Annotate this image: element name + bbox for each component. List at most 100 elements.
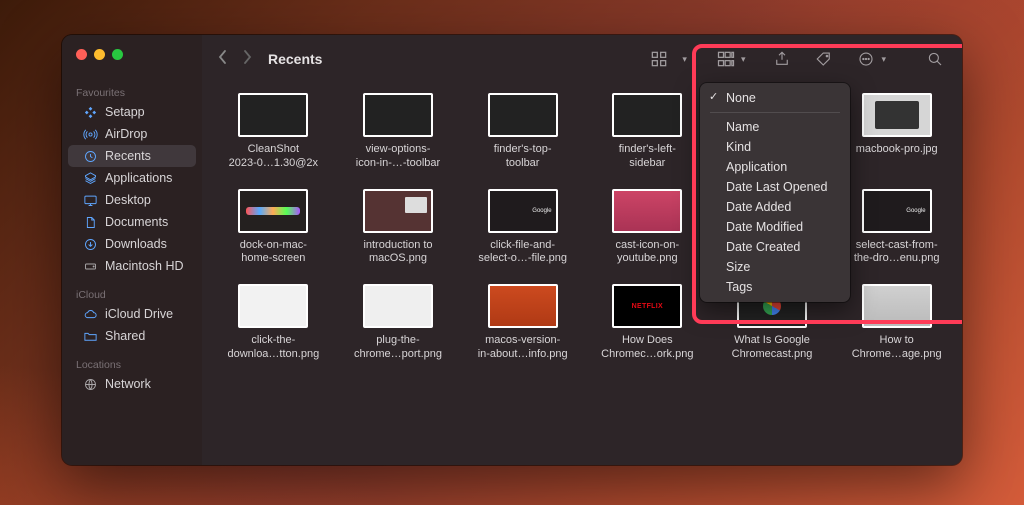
file-label: plug-the- chrome…port.png: [354, 334, 442, 362]
group-by-button[interactable]: ▾: [715, 48, 746, 70]
file-thumbnail: [238, 284, 308, 328]
clock-icon: [82, 148, 98, 164]
sidebar-item-label: Shared: [105, 329, 145, 343]
sidebar-item-icloud-drive[interactable]: iCloud Drive: [68, 303, 196, 325]
file-item[interactable]: CleanShot 2023-0…1.30@2x: [214, 93, 333, 171]
sidebar-section-favourites: Favourites: [62, 83, 202, 101]
chevron-down-icon[interactable]: ▾: [682, 54, 687, 65]
file-label: CleanShot 2023-0…1.30@2x: [229, 143, 318, 171]
sidebar-item-downloads[interactable]: Downloads: [68, 233, 196, 255]
sidebar-item-applications[interactable]: Applications: [68, 167, 196, 189]
dropdown-item-none[interactable]: None: [700, 88, 850, 108]
fullscreen-window-button[interactable]: [112, 49, 123, 60]
disk-icon: [82, 258, 98, 274]
dropdown-item-date-added[interactable]: Date Added: [700, 197, 850, 217]
file-label: How to Chrome…age.png: [852, 334, 942, 362]
sidebar-item-desktop[interactable]: Desktop: [68, 189, 196, 211]
group-by-dropdown: None Name Kind Application Date Last Ope…: [700, 83, 850, 302]
window-title: Recents: [268, 51, 322, 67]
file-thumbnail: [612, 284, 682, 328]
file-thumbnail: [488, 284, 558, 328]
sidebar-item-airdrop[interactable]: AirDrop: [68, 123, 196, 145]
file-label: select-cast-from- the-dro…enu.png: [854, 239, 940, 267]
file-thumbnail: [363, 284, 433, 328]
file-item[interactable]: view-options- icon-in-…-toolbar: [339, 93, 458, 171]
sidebar-item-label: Macintosh HD: [105, 259, 184, 273]
file-thumbnail: [612, 189, 682, 233]
file-item[interactable]: dock-on-mac- home-screen: [214, 189, 333, 267]
back-button[interactable]: [218, 49, 228, 70]
sidebar-item-label: AirDrop: [105, 127, 147, 141]
view-as-icons-button[interactable]: [648, 48, 670, 70]
file-label: introduction to macOS.png: [363, 239, 432, 267]
file-item[interactable]: How to Chrome…age.png: [837, 284, 956, 362]
file-item[interactable]: introduction to macOS.png: [339, 189, 458, 267]
sidebar-item-label: iCloud Drive: [105, 307, 173, 321]
tags-button[interactable]: [813, 48, 835, 70]
file-thumbnail: [363, 189, 433, 233]
file-label: dock-on-mac- home-screen: [240, 239, 307, 267]
minimize-window-button[interactable]: [94, 49, 105, 60]
window-controls: [76, 49, 123, 60]
file-thumbnail: [862, 284, 932, 328]
dropdown-item-date-created[interactable]: Date Created: [700, 237, 850, 257]
downloads-icon: [82, 236, 98, 252]
file-label: finder's-left- sidebar: [619, 143, 676, 171]
network-icon: [82, 376, 98, 392]
file-item[interactable]: macbook-pro.jpg: [837, 93, 956, 171]
more-actions-icon: [855, 48, 877, 70]
dropdown-item-name[interactable]: Name: [700, 117, 850, 137]
close-window-button[interactable]: [76, 49, 87, 60]
file-thumbnail: [238, 93, 308, 137]
chevron-down-icon: ▾: [741, 54, 746, 65]
shared-folder-icon: [82, 328, 98, 344]
sidebar-item-label: Network: [105, 377, 151, 391]
main-pane: Recents ▾ ▾ ▾: [202, 35, 962, 465]
file-item[interactable]: finder's-left- sidebar: [588, 93, 707, 171]
sidebar-item-shared[interactable]: Shared: [68, 325, 196, 347]
sidebar-item-label: Downloads: [105, 237, 167, 251]
sidebar-item-documents[interactable]: Documents: [68, 211, 196, 233]
dropdown-item-date-last-opened[interactable]: Date Last Opened: [700, 177, 850, 197]
dropdown-item-date-modified[interactable]: Date Modified: [700, 217, 850, 237]
file-label: macos-version- in-about…info.png: [478, 334, 568, 362]
finder-window: Favourites Setapp AirDrop Recents Applic…: [62, 35, 962, 465]
file-label: macbook-pro.jpg: [856, 143, 938, 157]
file-label: finder's-top- toolbar: [494, 143, 552, 171]
sidebar-item-recents[interactable]: Recents: [68, 145, 196, 167]
file-thumbnail: [363, 93, 433, 137]
file-item[interactable]: How Does Chromec…ork.png: [588, 284, 707, 362]
action-menu-button[interactable]: ▾: [855, 48, 886, 70]
sidebar-item-label: Applications: [105, 171, 172, 185]
airdrop-icon: [82, 126, 98, 142]
file-label: cast-icon-on- youtube.png: [616, 239, 680, 267]
file-label: view-options- icon-in-…-toolbar: [356, 143, 440, 171]
dropdown-item-kind[interactable]: Kind: [700, 137, 850, 157]
file-label: click-file-and- select-o…-file.png: [478, 239, 567, 267]
cloud-icon: [82, 306, 98, 322]
sidebar-item-label: Recents: [105, 149, 151, 163]
file-item[interactable]: macos-version- in-about…info.png: [463, 284, 582, 362]
sidebar-item-label: Desktop: [105, 193, 151, 207]
share-button[interactable]: [771, 48, 793, 70]
sidebar-item-macintosh-hd[interactable]: Macintosh HD: [68, 255, 196, 277]
file-item[interactable]: finder's-top- toolbar: [463, 93, 582, 171]
dropdown-item-tags[interactable]: Tags: [700, 277, 850, 297]
group-icon: [715, 48, 737, 70]
sidebar-section-icloud: iCloud: [62, 285, 202, 303]
file-item[interactable]: click-file-and- select-o…-file.png: [463, 189, 582, 267]
file-item[interactable]: select-cast-from- the-dro…enu.png: [837, 189, 956, 267]
sidebar: Favourites Setapp AirDrop Recents Applic…: [62, 35, 202, 465]
file-item[interactable]: plug-the- chrome…port.png: [339, 284, 458, 362]
sidebar-item-setapp[interactable]: Setapp: [68, 101, 196, 123]
sidebar-item-label: Documents: [105, 215, 168, 229]
file-item[interactable]: click-the- downloa…tton.png: [214, 284, 333, 362]
file-item[interactable]: cast-icon-on- youtube.png: [588, 189, 707, 267]
toolbar: Recents ▾ ▾ ▾: [202, 35, 962, 83]
sidebar-item-network[interactable]: Network: [68, 373, 196, 395]
dropdown-item-application[interactable]: Application: [700, 157, 850, 177]
forward-button[interactable]: [242, 49, 252, 70]
search-button[interactable]: [924, 48, 946, 70]
dropdown-separator: [710, 112, 840, 113]
dropdown-item-size[interactable]: Size: [700, 257, 850, 277]
